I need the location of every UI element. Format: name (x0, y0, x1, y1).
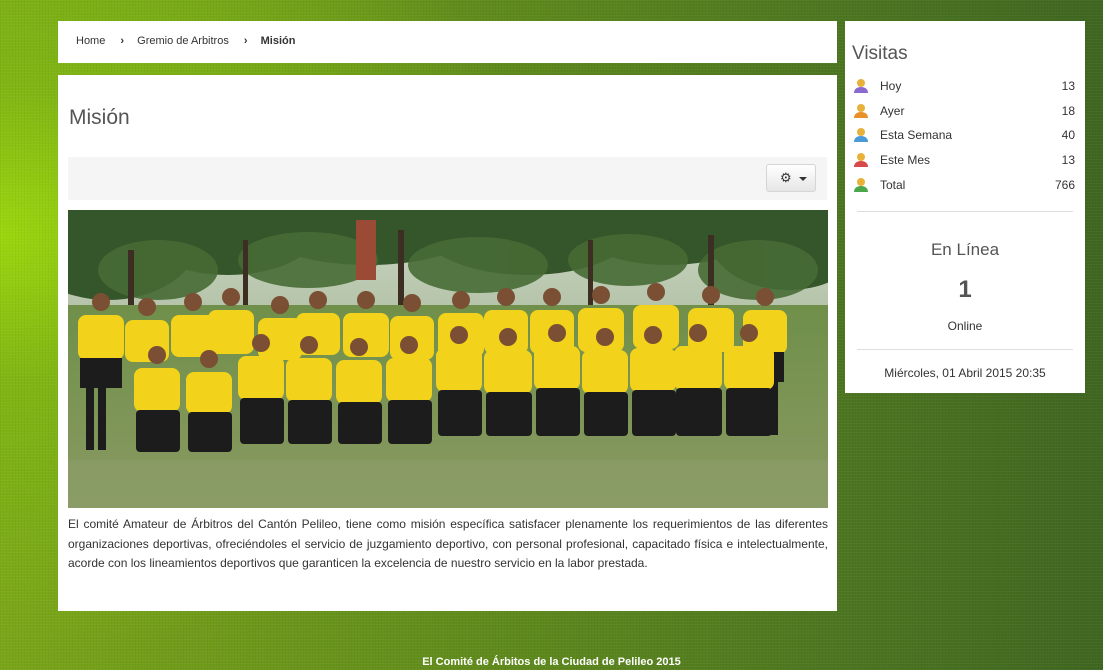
user-purple-icon (854, 79, 868, 93)
breadcrumb-trail: Home › Gremio de Arbitros › Misión (76, 35, 295, 47)
user-blue-icon (854, 128, 868, 143)
gear-icon: ⚙ (780, 170, 792, 185)
current-datetime: Miércoles, 01 Abril 2015 20:35 (884, 366, 1046, 380)
visits-sidebar: Visitas Hoy 13 Ayer 18 Esta Semana 40 Es… (845, 21, 1085, 393)
divider (857, 349, 1073, 350)
breadcrumb-separator: › (243, 35, 248, 47)
visits-title: Visitas (852, 43, 908, 64)
stat-label: Ayer (880, 103, 905, 118)
online-count: 1 (958, 276, 972, 303)
page-title: Misión (69, 106, 130, 129)
stat-row-ayer: Ayer 18 (853, 101, 1075, 126)
breadcrumb: Home › Gremio de Arbitros › Misión (58, 21, 837, 63)
stat-value: 766 (1054, 177, 1075, 192)
stat-label: Esta Semana (880, 128, 953, 143)
stat-row-hoy: Hoy 13 (853, 76, 1075, 101)
article-panel: Misión ⚙ El comité Amateur de Árbitros d… (58, 75, 837, 611)
stat-label: Este Mes (880, 153, 931, 168)
stat-row-este-mes: Este Mes 13 (853, 150, 1075, 175)
breadcrumb-current: Misión (260, 35, 296, 47)
user-green-icon (854, 177, 868, 192)
stat-value: 13 (1061, 79, 1075, 93)
team-photo (68, 210, 828, 508)
stat-row-esta-semana: Esta Semana 40 (853, 125, 1075, 150)
stat-value: 13 (1061, 153, 1075, 168)
breadcrumb-gremio-link[interactable]: Gremio de Arbitros (137, 35, 229, 47)
article-toolbar: ⚙ (68, 157, 827, 200)
user-red-icon (854, 153, 868, 168)
mission-text: El comité Amateur de Árbitros del Cantón… (68, 517, 828, 570)
stat-label: Hoy (880, 79, 902, 93)
online-title: En Línea (930, 240, 1000, 259)
stat-value: 40 (1061, 128, 1075, 143)
stat-row-total: Total 766 (853, 175, 1075, 200)
caret-down-icon (799, 177, 807, 181)
divider (857, 211, 1073, 212)
user-orange-icon (854, 103, 868, 118)
breadcrumb-separator: › (120, 35, 125, 47)
footer-text: El Comité de Árbitos de la Ciudad de Pel… (422, 656, 681, 668)
stat-label: Total (880, 177, 906, 192)
visit-stats-list: Hoy 13 Ayer 18 Esta Semana 40 Este Mes 1… (853, 76, 1075, 199)
article-tools-button[interactable]: ⚙ (766, 164, 816, 192)
stat-value: 18 (1061, 103, 1075, 118)
online-label: Online (947, 319, 983, 333)
breadcrumb-home-link[interactable]: Home (76, 35, 105, 47)
